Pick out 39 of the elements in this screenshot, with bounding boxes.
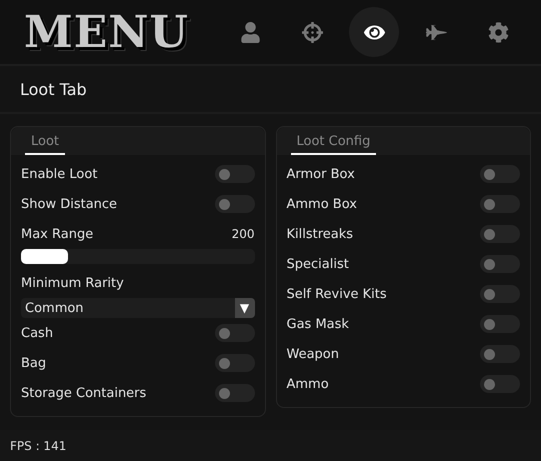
toggle-switch[interactable] bbox=[480, 285, 520, 303]
toggle-switch[interactable] bbox=[214, 195, 254, 213]
toggle-switch[interactable] bbox=[480, 375, 520, 393]
toggle-switch[interactable] bbox=[214, 165, 254, 183]
toggle-switch[interactable] bbox=[214, 324, 254, 342]
option-label: Armor Box bbox=[286, 166, 355, 182]
option-label: Specialist bbox=[286, 256, 349, 272]
option-label: Ammo Box bbox=[286, 196, 357, 212]
slider-value: 200 bbox=[232, 227, 254, 241]
dropdown[interactable]: Common ▼ bbox=[21, 298, 254, 318]
option-label: Bag bbox=[21, 356, 46, 370]
option-label: Minimum Rarity bbox=[21, 276, 124, 290]
option-label: Gas Mask bbox=[286, 316, 349, 332]
slider-track[interactable] bbox=[21, 249, 254, 264]
toggle-switch[interactable] bbox=[214, 354, 254, 372]
option-label: Weapon bbox=[286, 346, 340, 362]
toggle-switch[interactable] bbox=[480, 225, 520, 243]
toggle-switch[interactable] bbox=[480, 255, 520, 273]
toggle-switch[interactable] bbox=[480, 315, 520, 333]
toggle-switch[interactable] bbox=[480, 165, 520, 183]
page-title: Loot Tab bbox=[20, 80, 87, 98]
option-label: Show Distance bbox=[21, 196, 118, 212]
toggle-switch[interactable] bbox=[214, 384, 254, 402]
option-label: Storage Containers bbox=[21, 386, 146, 400]
option-label: Enable Loot bbox=[21, 166, 98, 182]
option-label: Max Range bbox=[21, 226, 94, 242]
toggle-switch[interactable] bbox=[480, 195, 520, 213]
crosshair-icon bbox=[302, 22, 322, 42]
user-icon bbox=[240, 22, 260, 42]
panel-tab[interactable]: Loot bbox=[25, 134, 66, 155]
option-label: Killstreaks bbox=[286, 226, 354, 242]
toggle-switch[interactable] bbox=[480, 345, 520, 363]
option-label: Self Revive Kits bbox=[286, 286, 387, 302]
option-label: Ammo bbox=[286, 376, 329, 392]
fps-counter: FPS : 141 bbox=[10, 438, 66, 452]
eye-tab[interactable] bbox=[349, 7, 399, 57]
settings-icon bbox=[488, 22, 508, 42]
option-label: Cash bbox=[21, 326, 54, 340]
logo: MENU bbox=[24, 6, 190, 58]
